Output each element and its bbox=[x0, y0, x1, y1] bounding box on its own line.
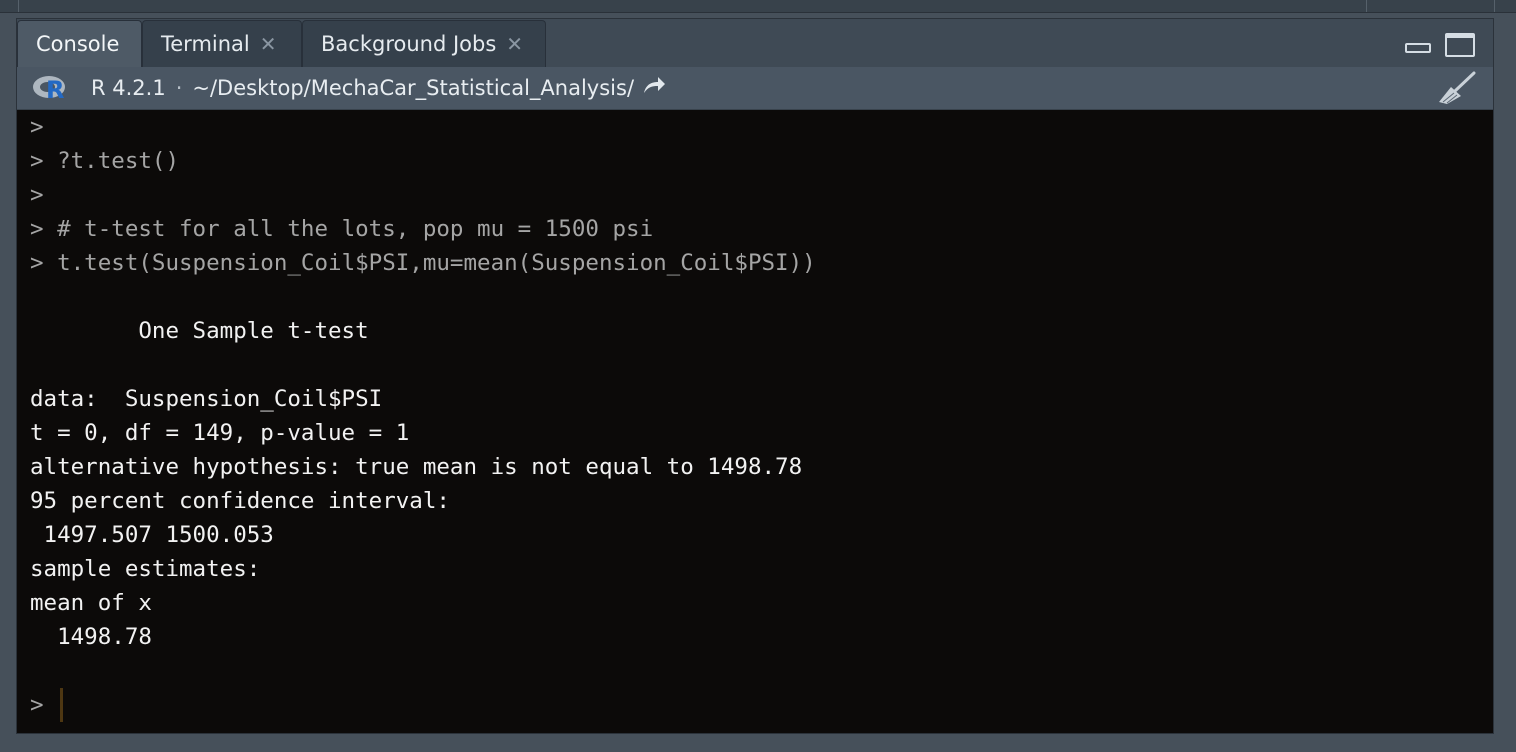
console-input-line: > t.test(Suspension_Coil$PSI,mu=mean(Sus… bbox=[30, 246, 1493, 280]
text-cursor bbox=[59, 688, 63, 722]
console-input-line: > bbox=[30, 178, 1493, 212]
console-output-text: data: Suspension_Coil$PSI bbox=[30, 386, 383, 412]
console-prompt: > bbox=[30, 114, 44, 140]
console-prompt: > bbox=[30, 148, 44, 174]
console-command-text: # t-test for all the lots, pop mu = 1500… bbox=[57, 216, 654, 242]
console-output-line: mean of x bbox=[30, 586, 1493, 620]
maximize-icon[interactable] bbox=[1445, 33, 1475, 57]
console-output-text: One Sample t-test bbox=[30, 318, 369, 344]
tab-label: Terminal bbox=[161, 32, 250, 56]
console-command-text: t.test(Suspension_Coil$PSI,mu=mean(Suspe… bbox=[57, 250, 816, 276]
console-output-line: t = 0, df = 149, p-value = 1 bbox=[30, 416, 1493, 450]
console-info-bar: R R 4.2.1 · ~/Desktop/MechaCar_Statistic… bbox=[17, 67, 1493, 110]
tab-terminal[interactable]: Terminal ✕ bbox=[142, 20, 302, 67]
arrow-right-icon[interactable] bbox=[642, 75, 666, 101]
broom-icon[interactable] bbox=[1437, 71, 1477, 110]
console-output-line: 1497.507 1500.053 bbox=[30, 518, 1493, 552]
console-prompt: > bbox=[30, 250, 44, 276]
console-output-text: alternative hypothesis: true mean is not… bbox=[30, 454, 803, 480]
console-input-line: > bbox=[30, 110, 1493, 144]
console-command-text: ?t.test() bbox=[57, 148, 180, 174]
r-logo-icon: R bbox=[33, 74, 69, 103]
r-version: R 4.2.1 bbox=[91, 76, 166, 100]
console-output-text: t = 0, df = 149, p-value = 1 bbox=[30, 420, 410, 446]
console-output-line: data: Suspension_Coil$PSI bbox=[30, 382, 1493, 416]
console-prompt: > bbox=[30, 182, 44, 208]
console-output-line: sample estimates: bbox=[30, 552, 1493, 586]
console-prompt: > bbox=[30, 692, 44, 718]
separator: · bbox=[175, 76, 183, 100]
console-output[interactable]: > > ?t.test() > > # t-test for all the lots… bbox=[17, 110, 1493, 733]
tab-label: Console bbox=[36, 32, 120, 56]
pane-tab-bar: Console Terminal ✕ Background Jobs ✕ bbox=[17, 19, 1493, 67]
tab-label: Background Jobs bbox=[321, 32, 497, 56]
close-icon[interactable]: ✕ bbox=[506, 34, 523, 54]
top-pane-strip bbox=[0, 0, 1516, 13]
console-input-line: > ?t.test() bbox=[30, 144, 1493, 178]
console-active-prompt[interactable]: > bbox=[30, 688, 1493, 722]
strip-divider bbox=[18, 0, 19, 12]
console-output-text: 1498.78 bbox=[30, 624, 152, 650]
working-directory[interactable]: ~/Desktop/MechaCar_Statistical_Analysis/ bbox=[192, 76, 634, 100]
tab-console[interactable]: Console bbox=[17, 20, 142, 67]
console-output-line: alternative hypothesis: true mean is not… bbox=[30, 450, 1493, 484]
console-output-text: 95 percent confidence interval: bbox=[30, 488, 450, 514]
minimize-icon[interactable] bbox=[1405, 43, 1431, 53]
console-output-text: mean of x bbox=[30, 590, 152, 616]
strip-divider bbox=[1494, 0, 1495, 12]
console-output-text: sample estimates: bbox=[30, 556, 261, 582]
console-output-text: 1497.507 1500.053 bbox=[30, 522, 274, 548]
console-prompt: > bbox=[30, 216, 44, 242]
console-output-line: 1498.78 bbox=[30, 620, 1493, 654]
close-icon[interactable]: ✕ bbox=[260, 34, 277, 54]
console-input-line: > # t-test for all the lots, pop mu = 15… bbox=[30, 212, 1493, 246]
console-output-line: One Sample t-test bbox=[30, 314, 1493, 348]
strip-divider bbox=[1366, 0, 1367, 12]
tab-background-jobs[interactable]: Background Jobs ✕ bbox=[302, 20, 546, 67]
console-output-line: 95 percent confidence interval: bbox=[30, 484, 1493, 518]
console-pane: Console Terminal ✕ Background Jobs ✕ R R… bbox=[16, 18, 1494, 734]
